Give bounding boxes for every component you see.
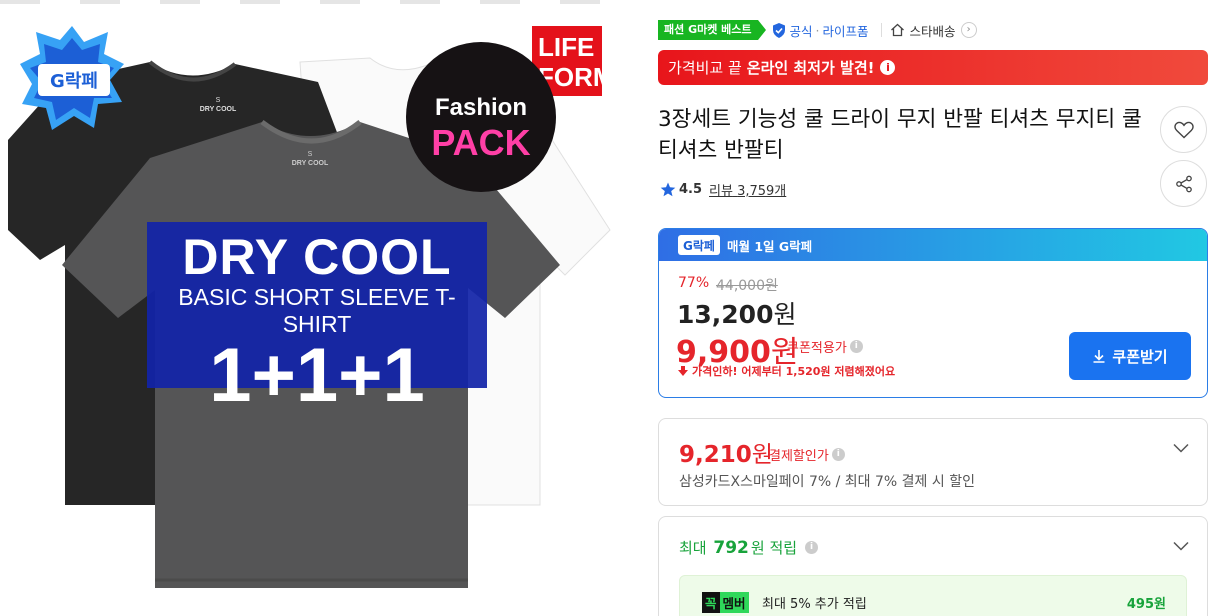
chevron-right-icon[interactable]: › — [960, 22, 977, 38]
banner-title: DRY COOL — [182, 229, 452, 285]
badge-text: G락페 — [683, 239, 715, 253]
payment-discount-box[interactable]: 9,210원 결제할인가 i 삼성카드X스마일페이 7% / 최대 7% 결제 … — [658, 418, 1208, 506]
rating-value: 4.5 — [679, 182, 703, 197]
product-image[interactable]: S DRY COOL S DRY COOL G락페 LIFE FORM Fash… — [0, 0, 615, 616]
chevron-down-icon[interactable] — [1173, 541, 1189, 551]
price-drop-text: 가격인하! 어제부터 1,520원 저렴해졌어요 — [692, 365, 896, 378]
lowest-price-prefix: 가격비교 끝 — [668, 59, 742, 77]
coupon-price-box: G락페 매월 1일 G락페 77% 44,000원 13,200원 9,900원… — [658, 228, 1208, 398]
chevron-down-icon[interactable] — [1173, 443, 1189, 453]
best-tag[interactable]: 패션 G마켓 베스트 — [658, 20, 766, 40]
product-title: 3장세트 기능성 쿨 드라이 무지 반팔 티셔츠 무지티 쿨 티셔츠 반팔티 — [658, 107, 1142, 163]
original-price: 44,000원 — [716, 278, 778, 294]
payment-price: 9,210원 — [679, 435, 773, 469]
label-size: S — [215, 97, 221, 104]
heart-icon — [1173, 121, 1194, 138]
payment-price-value: 9,210 — [679, 442, 752, 468]
payment-label-text: 결제할인가 — [769, 449, 829, 464]
member-points-text: 최대 5% 추가 적립 — [762, 597, 867, 612]
sale-price-value: 13,200 — [677, 300, 774, 329]
label-size: S — [307, 151, 313, 158]
max-points: 최대 792 원 적립 i — [679, 537, 819, 558]
coupon-note-text: 쿠폰적용가 — [787, 341, 847, 356]
member-badge-l: 멤버 — [719, 592, 749, 613]
payment-description: 삼성카드X스마일페이 7% / 최대 7% 결제 시 할인 — [679, 474, 975, 490]
star-delivery-tag[interactable]: 스타배송 › — [890, 21, 977, 40]
lowest-price-highlight: 온라인 최저가 발견! — [746, 59, 875, 77]
get-coupon-label: 쿠폰받기 — [1112, 347, 1168, 366]
product-page: S DRY COOL S DRY COOL G락페 LIFE FORM Fash… — [0, 0, 1216, 616]
review-link[interactable]: 리뷰 3,759개 — [709, 180, 786, 199]
member-badge-k: 꼭 — [702, 592, 720, 613]
points-prefix: 최대 — [679, 539, 707, 557]
wishlist-button[interactable] — [1160, 106, 1207, 153]
official-store-tag[interactable]: 공식 · 라이프폼 — [772, 21, 869, 40]
divider — [880, 23, 882, 37]
info-icon[interactable]: i — [831, 448, 845, 461]
dot-separator: · — [815, 22, 820, 38]
g-festival-mini-icon: G락페 — [678, 235, 720, 255]
sale-price: 13,200원 — [677, 295, 797, 331]
star-icon — [660, 182, 676, 197]
sale-price-currency: 원 — [773, 300, 797, 329]
points-amount: 792 — [713, 537, 749, 558]
fashion-pack-line2: PACK — [431, 122, 531, 163]
lowest-price-banner[interactable]: 가격비교 끝 온라인 최저가 발견! i — [658, 50, 1208, 85]
coupon-price-label: 쿠폰적용가 i — [787, 337, 863, 356]
member-points-value: 495원 — [1126, 597, 1166, 612]
payment-price-label: 결제할인가 i — [769, 445, 845, 464]
points-box[interactable]: 최대 792 원 적립 i 꼭 멤버 최대 5% 추가 적립 495원 — [658, 516, 1208, 616]
badge-text: G락페 — [50, 71, 98, 92]
product-banner: DRY COOL BASIC SHORT SLEEVE T-SHIRT 1+1+… — [147, 222, 487, 416]
banner-subtitle: BASIC SHORT SLEEVE T-SHIRT — [178, 284, 456, 337]
member-points-row: 꼭 멤버 최대 5% 추가 적립 495원 — [679, 575, 1187, 616]
discount-percent: 77% — [678, 275, 710, 291]
g-festival-badge-icon: G락페 — [20, 26, 124, 130]
fashion-pack-badge: Fashion PACK — [406, 42, 556, 192]
price-down-arrow-icon — [678, 366, 688, 376]
label-brand: DRY COOL — [199, 106, 237, 113]
banner-bundle: 1+1+1 — [209, 333, 425, 418]
share-button[interactable] — [1160, 160, 1207, 207]
points-suffix: 원 적립 — [750, 539, 798, 557]
fashion-pack-line1: Fashion — [434, 94, 527, 121]
price-drop-note: 가격인하! 어제부터 1,520원 저렴해졌어요 — [677, 363, 895, 379]
shield-check-icon — [772, 22, 785, 38]
review-label: 리뷰 — [709, 184, 733, 199]
info-icon[interactable]: i — [880, 60, 896, 75]
info-icon[interactable]: i — [849, 340, 863, 353]
download-icon — [1093, 350, 1105, 363]
official-store-name: 라이프폼 — [822, 23, 869, 39]
official-label: 공식 — [789, 23, 813, 39]
grey-shirt-label: S DRY COOL — [290, 150, 330, 168]
get-coupon-button[interactable]: 쿠폰받기 — [1069, 332, 1191, 380]
info-icon[interactable]: i — [805, 541, 819, 554]
product-info-panel: 패션 G마켓 베스트 공식 · 라이프폼 스타배송 › 가격비교 끝 온라인 최… — [658, 0, 1208, 616]
label-brand: DRY COOL — [291, 160, 329, 167]
coupon-box-header-text: 매월 1일 G락페 — [727, 238, 813, 254]
black-shirt-label: S DRY COOL — [198, 96, 238, 114]
review-count: 3,759개 — [737, 184, 787, 199]
coupon-box-header: G락페 매월 1일 G락페 — [659, 229, 1207, 261]
tag-row: 패션 G마켓 베스트 공식 · 라이프폼 스타배송 › — [658, 19, 977, 41]
star-delivery-label: 스타배송 — [909, 23, 956, 39]
rating-row: 4.5 리뷰 3,759개 — [660, 180, 786, 199]
home-icon — [890, 23, 904, 37]
member-badge: 꼭 멤버 — [702, 592, 749, 613]
share-icon — [1175, 175, 1192, 192]
